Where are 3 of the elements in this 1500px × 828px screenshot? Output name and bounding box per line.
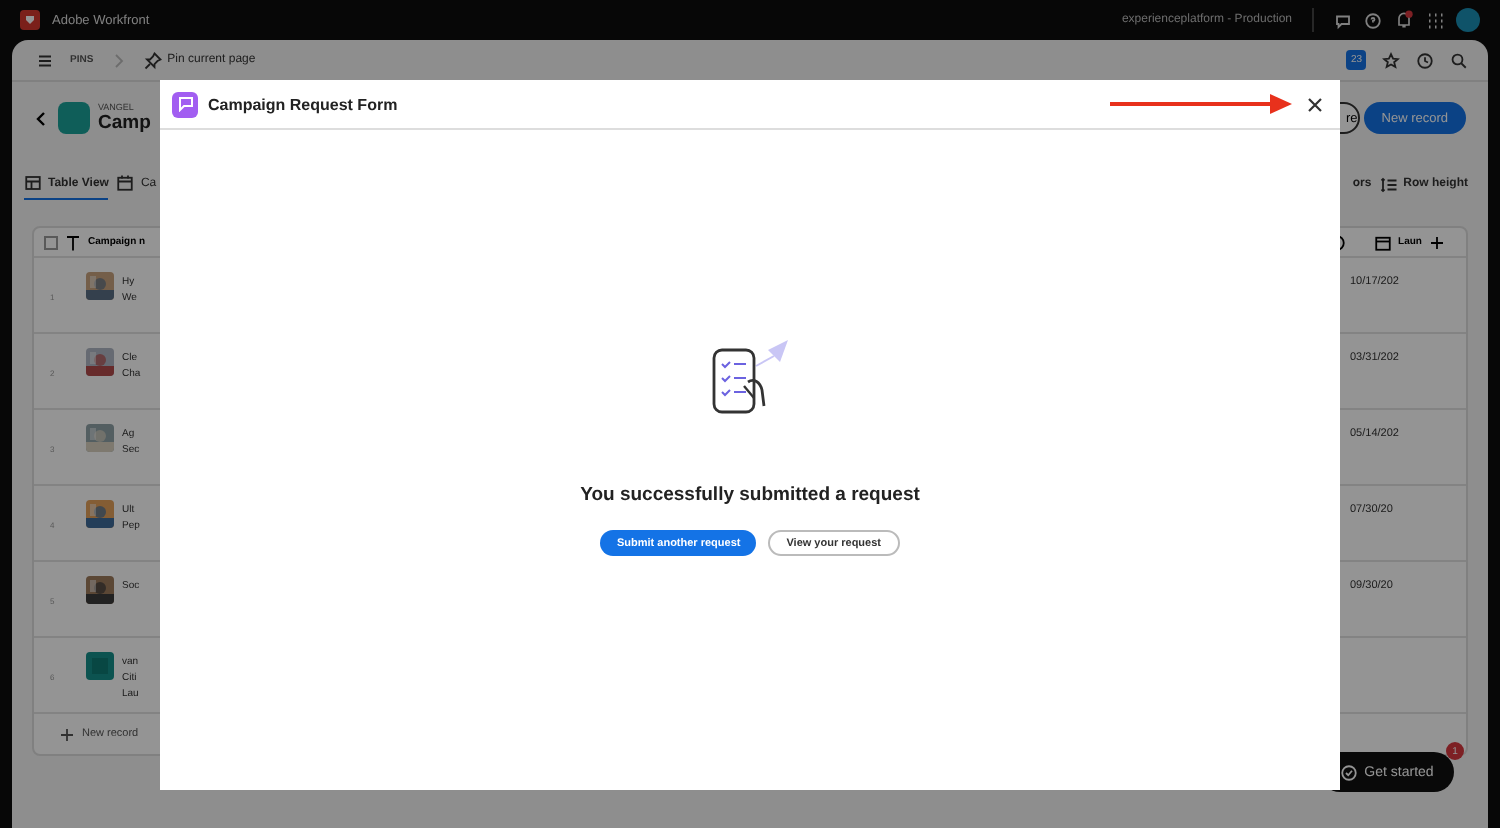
modal-title: Campaign Request Form bbox=[208, 95, 398, 113]
success-message: You successfully submitted a request bbox=[580, 484, 920, 506]
page-title: Camp bbox=[98, 112, 151, 134]
